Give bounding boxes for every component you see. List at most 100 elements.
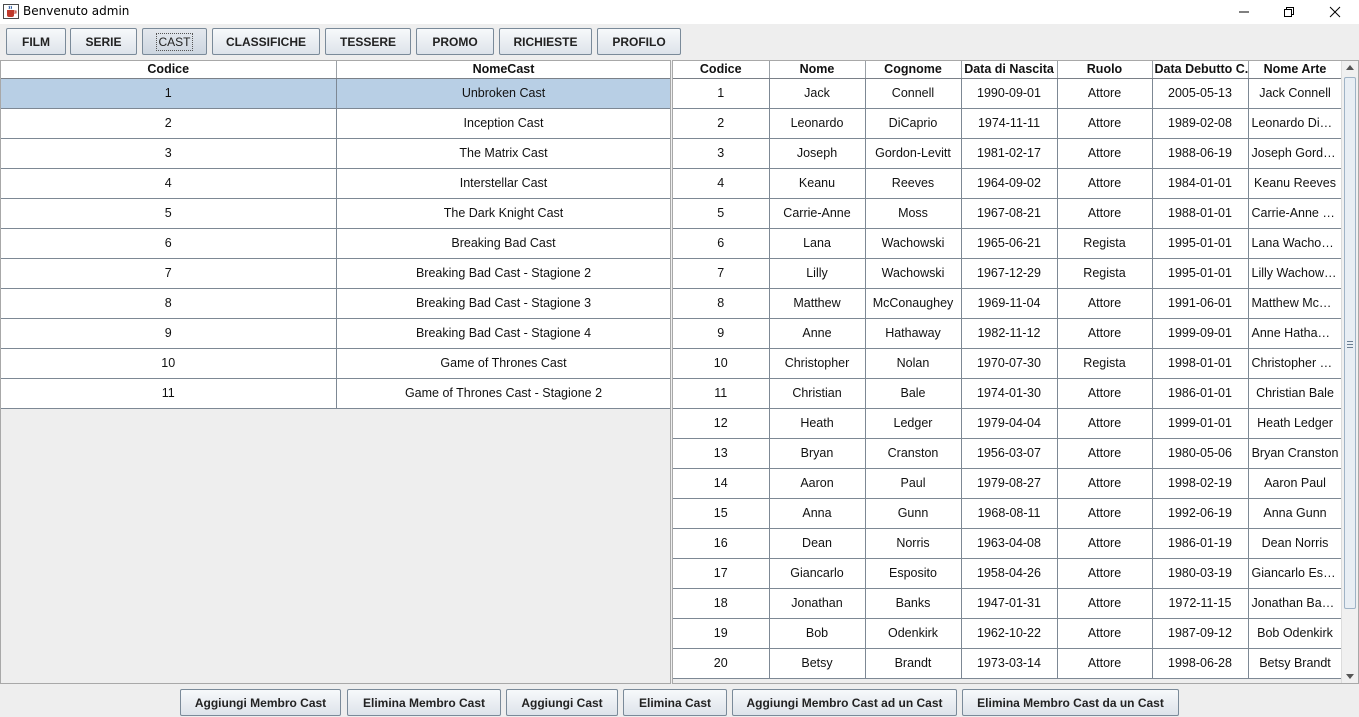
cell-codice[interactable]: 3 [1,138,337,169]
table-row[interactable]: 2 Inception Cast [1,108,670,139]
table-row[interactable]: 5 The Dark Knight Cast [1,198,670,229]
cell-codice[interactable]: 8 [673,288,770,319]
cell-data-nascita[interactable]: 1973-03-14 [961,648,1058,679]
cell-nome-arte[interactable]: Giancarlo Esp... [1248,558,1343,589]
cell-data-nascita[interactable]: 1967-08-21 [961,198,1058,229]
table-row[interactable]: 13 Bryan Cranston 1956-03-07 Attore 1980-05-0… [673,438,1343,469]
cell-data-debutto[interactable]: 1986-01-19 [1152,528,1249,559]
cell-data-nascita[interactable]: 1963-04-08 [961,528,1058,559]
cell-ruolo[interactable]: Attore [1057,528,1153,559]
cell-nome[interactable]: Christian [769,378,866,409]
cell-ruolo[interactable]: Attore [1057,408,1153,439]
cell-ruolo[interactable]: Attore [1057,168,1153,199]
cell-data-nascita[interactable]: 1958-04-26 [961,558,1058,589]
cell-cognome[interactable]: Moss [865,198,962,229]
cell-ruolo[interactable]: Regista [1057,228,1153,259]
scrollbar-thumb[interactable] [1344,77,1356,609]
cell-cognome[interactable]: Nolan [865,348,962,379]
cell-codice[interactable]: 4 [1,168,337,199]
cell-data-debutto[interactable]: 1999-01-01 [1152,408,1249,439]
cell-nome-arte[interactable]: Betsy Brandt [1248,648,1343,679]
cell-ruolo[interactable]: Attore [1057,588,1153,619]
table-row[interactable]: 2 Leonardo DiCaprio 1974-11-11 Attore 1989-02… [673,108,1343,139]
table-row[interactable]: 3 Joseph Gordon-Levitt 1981-02-17 Attore 1988… [673,138,1343,169]
cell-data-nascita[interactable]: 1974-01-30 [961,378,1058,409]
cell-nome[interactable]: Leonardo [769,108,866,139]
table-row[interactable]: 15 Anna Gunn 1968-08-11 Attore 1992-06-19 Anna… [673,498,1343,529]
cell-cognome[interactable]: Odenkirk [865,618,962,649]
cell-nome[interactable]: Dean [769,528,866,559]
cell-codice[interactable]: 9 [1,318,337,349]
cell-nomecast[interactable]: Breaking Bad Cast [336,228,670,259]
cell-nomecast[interactable]: Game of Thrones Cast - Stagione 2 [336,378,670,409]
cell-nome[interactable]: Anna [769,498,866,529]
column-header-data-nascita[interactable]: Data di Nascita [961,61,1058,79]
cell-data-nascita[interactable]: 1969-11-04 [961,288,1058,319]
column-header-data-debutto[interactable]: Data Debutto C... [1152,61,1249,79]
table-row[interactable]: 1 Unbroken Cast [1,78,670,109]
cell-ruolo[interactable]: Regista [1057,258,1153,289]
add-cast-member-button[interactable]: Aggiungi Membro Cast [180,689,341,716]
cell-nome[interactable]: Giancarlo [769,558,866,589]
cell-nomecast[interactable]: The Matrix Cast [336,138,670,169]
cell-data-debutto[interactable]: 1984-01-01 [1152,168,1249,199]
cell-ruolo[interactable]: Attore [1057,648,1153,679]
cell-nome[interactable]: Betsy [769,648,866,679]
table-row[interactable]: 6 Breaking Bad Cast [1,228,670,259]
cell-data-nascita[interactable]: 1979-08-27 [961,468,1058,499]
table-row[interactable]: 16 Dean Norris 1963-04-08 Attore 1986-01-19 De… [673,528,1343,559]
cell-nomecast[interactable]: Inception Cast [336,108,670,139]
remove-member-from-cast-button[interactable]: Elimina Membro Cast da un Cast [962,689,1179,716]
cell-nomecast[interactable]: Unbroken Cast [336,78,670,109]
cell-data-debutto[interactable]: 1986-01-01 [1152,378,1249,409]
cell-nome-arte[interactable]: Carrie-Anne M... [1248,198,1343,229]
cell-data-debutto[interactable]: 1998-02-19 [1152,468,1249,499]
cell-cognome[interactable]: Bale [865,378,962,409]
cell-nome[interactable]: Joseph [769,138,866,169]
table-row[interactable]: 3 The Matrix Cast [1,138,670,169]
cell-codice[interactable]: 1 [673,78,770,109]
cell-data-debutto[interactable]: 2005-05-13 [1152,78,1249,109]
cell-codice[interactable]: 16 [673,528,770,559]
table-row[interactable]: 9 Breaking Bad Cast - Stagione 4 [1,318,670,349]
cell-nome-arte[interactable]: Christopher N... [1248,348,1343,379]
cell-nome[interactable]: Carrie-Anne [769,198,866,229]
cell-nome-arte[interactable]: Lilly Wachowski [1248,258,1343,289]
cell-nome-arte[interactable]: Bob Odenkirk [1248,618,1343,649]
table-row[interactable]: 18 Jonathan Banks 1947-01-31 Attore 1972-11-1… [673,588,1343,619]
cell-nomecast[interactable]: Breaking Bad Cast - Stagione 3 [336,288,670,319]
column-header-ruolo[interactable]: Ruolo [1057,61,1153,79]
cell-data-debutto[interactable]: 1999-09-01 [1152,318,1249,349]
cell-cognome[interactable]: Ledger [865,408,962,439]
cell-nome-arte[interactable]: Jack Connell [1248,78,1343,109]
cell-codice[interactable]: 5 [1,198,337,229]
scroll-down-arrow-icon[interactable] [1346,674,1354,679]
cell-data-nascita[interactable]: 1970-07-30 [961,348,1058,379]
cell-ruolo[interactable]: Attore [1057,498,1153,529]
cell-ruolo[interactable]: Attore [1057,108,1153,139]
cell-nome[interactable]: Jonathan [769,588,866,619]
classifiche-button[interactable]: CLASSIFICHE [212,28,320,55]
cell-codice[interactable]: 7 [1,258,337,289]
cell-cognome[interactable]: Cranston [865,438,962,469]
cell-codice[interactable]: 10 [673,348,770,379]
cell-nome-arte[interactable]: Dean Norris [1248,528,1343,559]
cell-nome-arte[interactable]: Aaron Paul [1248,468,1343,499]
cell-data-debutto[interactable]: 1998-01-01 [1152,348,1249,379]
cell-nomecast[interactable]: Interstellar Cast [336,168,670,199]
cell-ruolo[interactable]: Attore [1057,138,1153,169]
cell-data-nascita[interactable]: 1947-01-31 [961,588,1058,619]
cell-data-debutto[interactable]: 1988-06-19 [1152,138,1249,169]
cell-codice[interactable]: 2 [1,108,337,139]
cell-nome[interactable]: Keanu [769,168,866,199]
minimize-button[interactable] [1221,0,1267,24]
cell-ruolo[interactable]: Attore [1057,438,1153,469]
cell-codice[interactable]: 15 [673,498,770,529]
cell-nome-arte[interactable]: Lana Wachow... [1248,228,1343,259]
table-row[interactable]: 4 Interstellar Cast [1,168,670,199]
cell-ruolo[interactable]: Attore [1057,78,1153,109]
cell-data-nascita[interactable]: 1964-09-02 [961,168,1058,199]
cell-data-debutto[interactable]: 1995-01-01 [1152,258,1249,289]
table-row[interactable]: 11 Game of Thrones Cast - Stagione 2 [1,378,670,409]
cell-data-nascita[interactable]: 1968-08-11 [961,498,1058,529]
